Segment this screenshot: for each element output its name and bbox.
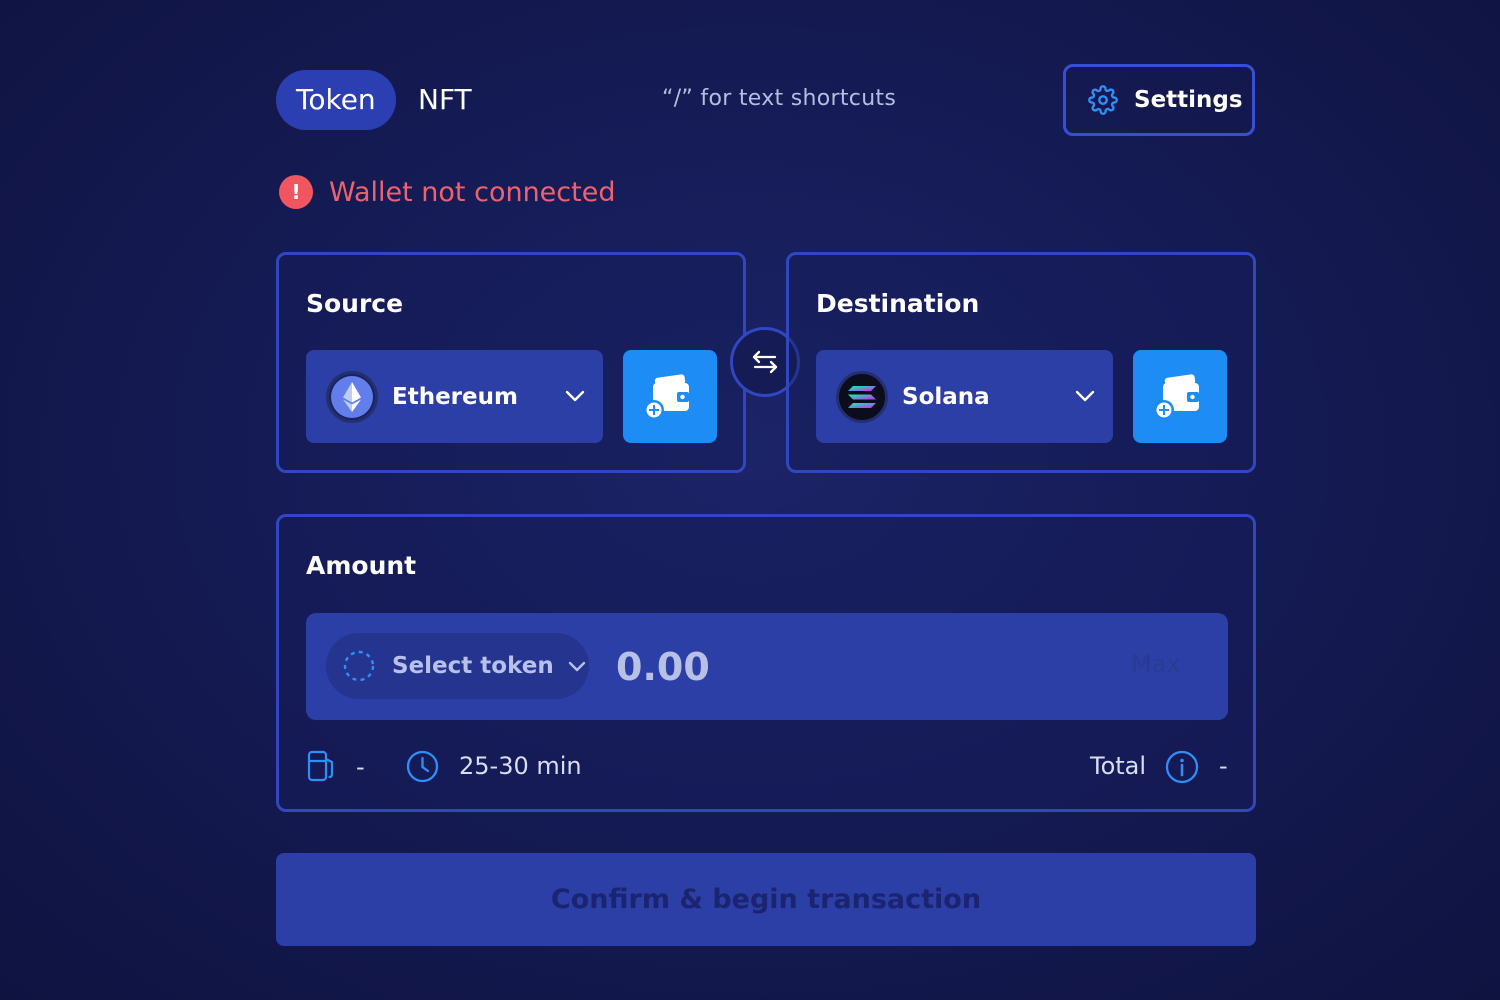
amount-input-row: Select token Max <box>306 613 1228 720</box>
info-icon[interactable] <box>1165 750 1199 784</box>
gas-pump-icon <box>307 750 337 782</box>
ethereum-icon <box>326 370 378 423</box>
solana-icon <box>836 370 888 423</box>
settings-label: Settings <box>1134 87 1243 113</box>
swap-arrows-icon <box>751 348 779 376</box>
amount-panel: Amount Select token Max - 25-30 min Tota… <box>276 514 1256 812</box>
amount-title: Amount <box>306 551 417 580</box>
warning-text: Wallet not connected <box>329 176 616 208</box>
amount-input[interactable] <box>616 641 1096 693</box>
select-token-label: Select token <box>392 653 554 679</box>
max-button[interactable]: Max <box>1131 650 1181 678</box>
time-estimate: 25-30 min <box>459 752 582 780</box>
tab-token[interactable]: Token <box>276 70 396 130</box>
source-connect-wallet-button[interactable] <box>623 350 717 443</box>
token-select[interactable]: Select token <box>326 633 589 699</box>
destination-chain-name: Solana <box>902 383 990 410</box>
source-panel: Source Ethereum <box>276 252 746 473</box>
destination-chain-select[interactable]: Solana <box>816 350 1113 443</box>
add-wallet-icon <box>643 372 697 422</box>
source-chain-select[interactable]: Ethereum <box>306 350 603 443</box>
chevron-down-icon <box>1075 387 1095 406</box>
token-placeholder-icon <box>342 649 376 683</box>
chevron-down-icon <box>568 661 586 672</box>
confirm-transaction-button[interactable]: Confirm & begin transaction <box>276 853 1256 946</box>
wallet-warning: ! Wallet not connected <box>279 175 615 209</box>
destination-connect-wallet-button[interactable] <box>1133 350 1227 443</box>
gear-icon <box>1088 85 1118 115</box>
total-value: - <box>1219 752 1228 780</box>
gas-fee-value: - <box>356 753 365 781</box>
exclamation-icon: ! <box>279 175 313 209</box>
destination-panel: Destination Solana <box>786 252 1256 473</box>
shortcuts-hint: “/” for text shortcuts <box>662 86 897 111</box>
clock-icon <box>406 750 439 783</box>
source-title: Source <box>306 289 404 318</box>
source-chain-name: Ethereum <box>392 383 518 410</box>
chevron-down-icon <box>565 387 585 406</box>
tab-nft[interactable]: NFT <box>398 70 492 130</box>
total-label: Total <box>1090 752 1147 780</box>
settings-button[interactable]: Settings <box>1063 64 1255 136</box>
add-wallet-icon <box>1153 372 1207 422</box>
destination-title: Destination <box>816 289 980 318</box>
